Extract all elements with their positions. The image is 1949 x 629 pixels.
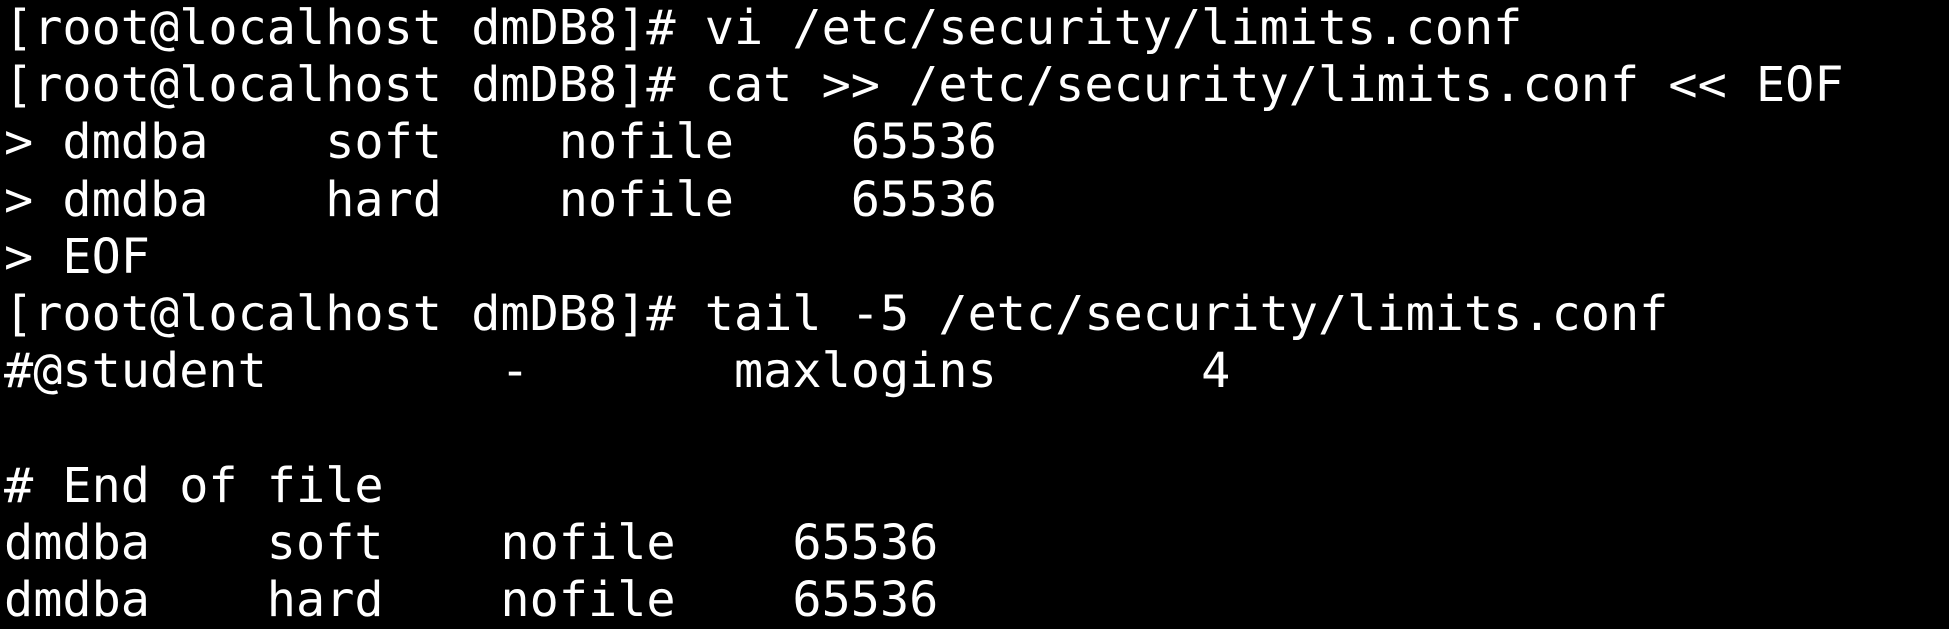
terminal-line-command-cat: [root@localhost dmDB8]# cat >> /etc/secu… bbox=[4, 57, 1844, 114]
terminal-line-heredoc-soft: > dmdba soft nofile 65536 bbox=[4, 114, 997, 171]
terminal-line-command-tail: [root@localhost dmDB8]# tail -5 /etc/sec… bbox=[4, 285, 1669, 342]
terminal-line-heredoc-hard: > dmdba hard nofile 65536 bbox=[4, 171, 997, 228]
terminal-line-output-hard: dmdba hard nofile 65536 bbox=[4, 571, 939, 628]
terminal-line-output-maxlogins: #@student - maxlogins 4 bbox=[4, 343, 1231, 400]
terminal-line-output-end-of-file: # End of file bbox=[4, 457, 384, 514]
terminal-window[interactable]: [root@localhost dmDB8]# vi /etc/security… bbox=[0, 0, 1949, 628]
terminal-line-heredoc-eof: > EOF bbox=[4, 228, 150, 285]
terminal-line-command-vi: [root@localhost dmDB8]# vi /etc/security… bbox=[4, 0, 1523, 56]
terminal-line-output-soft: dmdba soft nofile 65536 bbox=[4, 514, 939, 571]
terminal-line-output-blank bbox=[4, 400, 1949, 457]
